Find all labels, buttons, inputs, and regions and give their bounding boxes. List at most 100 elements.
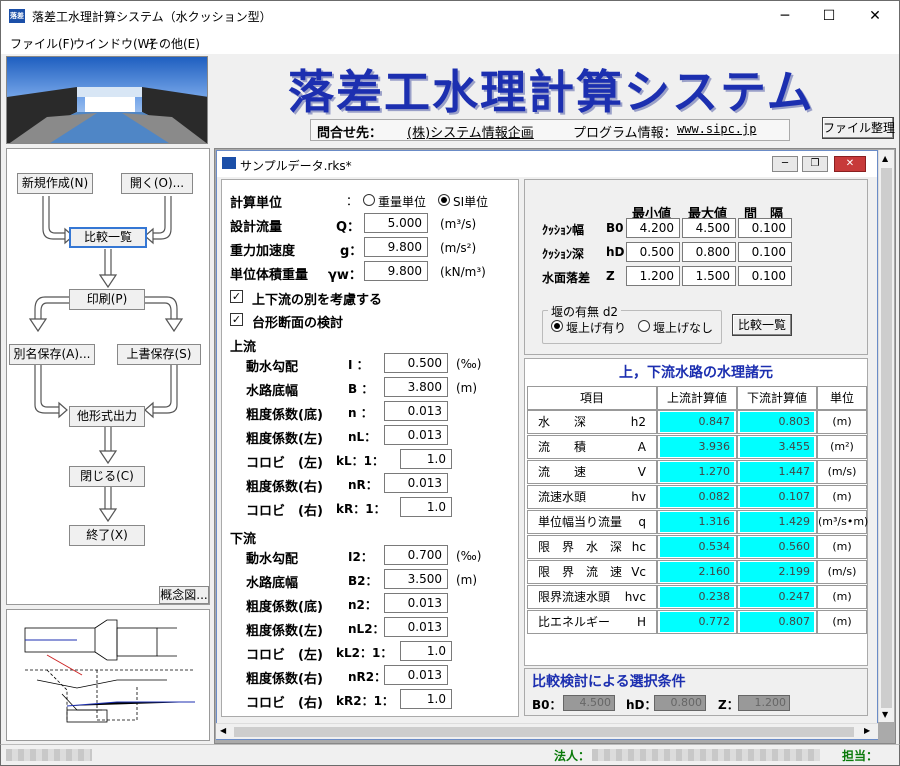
design-flow-input[interactable]: 5.000 xyxy=(364,213,428,233)
range-step-input[interactable]: 0.100 xyxy=(738,242,792,262)
down-param-input[interactable]: 0.013 xyxy=(384,617,448,637)
menu-file[interactable]: ファイル(F) xyxy=(10,35,74,52)
vertical-scrollbar[interactable]: ▲ ▼ xyxy=(878,150,894,722)
corp-redacted xyxy=(592,749,820,761)
results-unit-cell: (m/s) xyxy=(817,460,867,484)
up-param-input[interactable]: 0.013 xyxy=(384,425,448,445)
sel-z-value: 1.200 xyxy=(738,695,790,711)
gravity-label: 重力加速度 xyxy=(230,244,296,259)
flow-panel: 新規作成(N) 開く(O)... 比較一覧 印刷(P) 別名保存(A)... 上… xyxy=(6,148,210,605)
save-as-button[interactable]: 別名保存(A)... xyxy=(9,344,95,365)
range-max-input[interactable]: 0.800 xyxy=(682,242,736,262)
vertical-scroll-thumb[interactable] xyxy=(881,168,892,708)
new-button[interactable]: 新規作成(N) xyxy=(17,173,93,194)
horizontal-scroll-thumb[interactable] xyxy=(234,727,854,737)
horizontal-scrollbar[interactable]: ◀ ▶ xyxy=(216,723,878,739)
unit-weight-radio[interactable] xyxy=(363,194,375,206)
scroll-up-icon[interactable]: ▲ xyxy=(882,154,888,163)
results-down-value: 1.429 xyxy=(740,512,814,532)
down-param-symbol: I2： xyxy=(348,550,373,564)
down-param-label: 水路底幅 xyxy=(246,576,299,591)
results-header-cell: 単位 xyxy=(817,386,867,410)
updown-checkbox[interactable]: ✓ xyxy=(230,290,243,303)
down-param-label: 動水勾配 xyxy=(246,552,299,567)
unit-si-radio[interactable] xyxy=(438,194,450,206)
up-param-input[interactable]: 0.013 xyxy=(384,401,448,421)
range-row-label: 水面落差 xyxy=(542,271,591,285)
results-item-name: 流 速 xyxy=(538,465,587,479)
range-step-input[interactable]: 0.100 xyxy=(738,266,792,286)
down-param-input[interactable]: 1.0 xyxy=(400,641,452,661)
person-label: 担当： xyxy=(842,749,879,763)
close-button[interactable]: ✕ xyxy=(852,0,898,32)
child-close-button[interactable]: ✕ xyxy=(834,156,866,172)
maximize-button[interactable]: ☐ xyxy=(806,0,852,32)
range-min-input[interactable]: 0.500 xyxy=(626,242,680,262)
results-unit-cell: (m) xyxy=(817,485,867,509)
results-down-value: 0.107 xyxy=(740,487,814,507)
up-param-label: コロビ (右) xyxy=(246,504,323,519)
up-param-input[interactable]: 3.800 xyxy=(384,377,448,397)
file-organize-button[interactable]: ファイル整理 xyxy=(822,117,895,139)
results-item-symbol: A xyxy=(637,440,646,454)
down-param-input[interactable]: 0.013 xyxy=(384,593,448,613)
weir-no-radio[interactable] xyxy=(638,320,650,332)
scroll-right-icon[interactable]: ▶ xyxy=(864,726,870,735)
down-param-input[interactable]: 3.500 xyxy=(384,569,448,589)
scroll-down-icon[interactable]: ▼ xyxy=(882,710,888,719)
minimize-button[interactable]: ─ xyxy=(762,0,808,32)
concept-diagram-button[interactable]: 概念図... xyxy=(159,586,209,604)
results-up-value: 2.160 xyxy=(660,562,734,582)
gravity-symbol: g： xyxy=(340,244,363,259)
up-param-input[interactable]: 0.500 xyxy=(384,353,448,373)
down-param-label: 粗度係数(底) xyxy=(246,600,323,615)
trapezoid-checkbox[interactable]: ✓ xyxy=(230,313,243,326)
down-param-input[interactable]: 1.0 xyxy=(400,689,452,709)
up-param-label: コロビ (左) xyxy=(246,456,323,471)
sel-hd-label: hD： xyxy=(626,698,657,712)
results-item-cell: 流 速V xyxy=(527,460,657,484)
range-min-input[interactable]: 1.200 xyxy=(626,266,680,286)
results-header-cell: 上流計算値 xyxy=(657,386,737,410)
scroll-left-icon[interactable]: ◀ xyxy=(220,726,226,735)
open-button[interactable]: 開く(O)... xyxy=(121,173,193,194)
up-param-input[interactable]: 1.0 xyxy=(400,497,452,517)
unit-weight-input[interactable]: 9.800 xyxy=(364,261,428,281)
gravity-input[interactable]: 9.800 xyxy=(364,237,428,257)
range-max-input[interactable]: 1.500 xyxy=(682,266,736,286)
export-button[interactable]: 他形式出力 xyxy=(69,406,145,427)
results-item-cell: 単位幅当り流量 q xyxy=(527,510,657,534)
exit-button[interactable]: 終了(X) xyxy=(69,525,145,546)
program-link[interactable]: www.sipc.jp xyxy=(677,122,756,136)
results-down-value: 3.455 xyxy=(740,437,814,457)
range-compare-button[interactable]: 比較一覧 xyxy=(732,314,792,336)
down-param-input[interactable]: 0.700 xyxy=(384,545,448,565)
results-item-cell: 流速水頭 hv xyxy=(527,485,657,509)
close-doc-button[interactable]: 閉じる(C) xyxy=(69,466,145,487)
results-down-value: 0.247 xyxy=(740,587,814,607)
range-min-input[interactable]: 4.200 xyxy=(626,218,680,238)
status-redacted-left xyxy=(6,749,92,761)
weir-group-title: 堰の有無 d2 xyxy=(548,303,622,320)
results-item-cell: 比エネルギー H xyxy=(527,610,657,634)
menu-window[interactable]: ウインドウ(W) xyxy=(73,35,154,52)
menu-other[interactable]: その他(E) xyxy=(147,35,200,52)
weir-yes-radio[interactable] xyxy=(551,320,563,332)
up-param-symbol: kL：1： xyxy=(336,454,384,468)
contact-link[interactable]: (株)システム情報企画 xyxy=(407,122,534,141)
child-restore-button[interactable]: ❐ xyxy=(802,156,828,172)
up-param-input[interactable]: 1.0 xyxy=(400,449,452,469)
up-param-label: 粗度係数(底) xyxy=(246,408,323,423)
overwrite-save-button[interactable]: 上書保存(S) xyxy=(117,344,201,365)
range-step-input[interactable]: 0.100 xyxy=(738,218,792,238)
print-button[interactable]: 印刷(P) xyxy=(69,289,145,310)
child-minimize-button[interactable]: ─ xyxy=(772,156,798,172)
compare-list-button[interactable]: 比較一覧 xyxy=(69,227,147,248)
results-item-name: 水 深 xyxy=(538,415,587,429)
up-param-input[interactable]: 0.013 xyxy=(384,473,448,493)
down-param-label: コロビ (右) xyxy=(246,696,323,711)
down-param-unit: (‰) xyxy=(456,549,482,563)
range-max-input[interactable]: 4.500 xyxy=(682,218,736,238)
down-param-input[interactable]: 0.013 xyxy=(384,665,448,685)
weir-no-label: 堰上げなし xyxy=(653,321,714,335)
